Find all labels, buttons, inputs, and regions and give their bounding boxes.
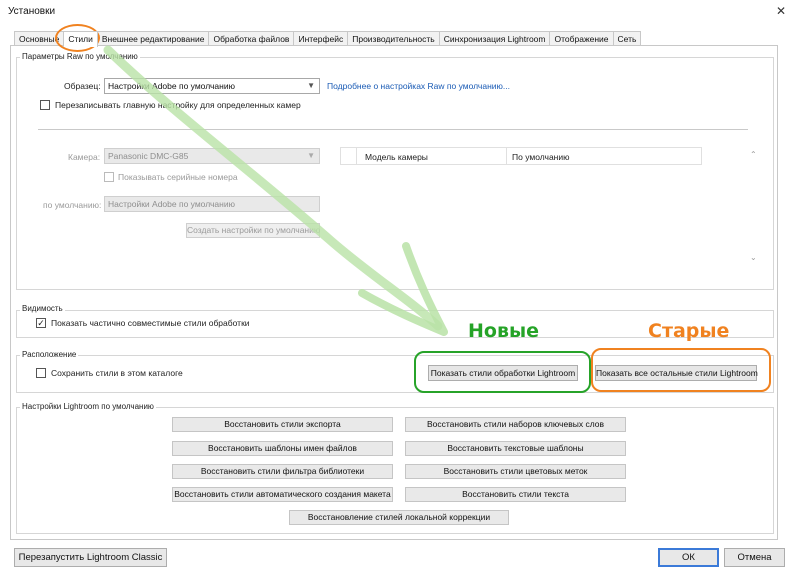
restore-filename-templates-button[interactable]: Восстановить шаблоны имен файлов — [172, 441, 393, 456]
scroll-up-icon[interactable]: ⌃ — [750, 150, 757, 159]
table-column-divider — [506, 148, 507, 165]
show-partial-checkbox[interactable]: ✓ — [36, 318, 46, 328]
show-serial-label: Показывать серийные номера — [118, 172, 238, 182]
annotation-new-label: Новые — [468, 320, 540, 342]
master-select[interactable]: Настройки Adobe по умолчанию ▼ — [104, 78, 320, 94]
cancel-button[interactable]: Отмена — [724, 548, 785, 567]
default-field[interactable]: Настройки Adobe по умолчанию — [104, 196, 320, 212]
restore-library-filter-presets-button[interactable]: Восстановить стили фильтра библиотеки — [172, 464, 393, 479]
window-title: Установки — [8, 6, 56, 17]
override-camera-checkbox[interactable] — [40, 100, 50, 110]
restore-local-adjustment-presets-button[interactable]: Восстановление стилей локальной коррекци… — [289, 510, 509, 525]
lightroom-defaults-group-label: Настройки Lightroom по умолчанию — [20, 402, 156, 411]
restore-auto-layout-presets-button[interactable]: Восстановить стили автоматического созда… — [172, 487, 393, 502]
tab-file-handling[interactable]: Обработка файлов — [208, 31, 295, 46]
show-serial-checkbox[interactable] — [104, 172, 114, 182]
visibility-group-label: Видимость — [20, 304, 65, 313]
tab-network[interactable]: Сеть — [612, 31, 642, 46]
master-select-value: Настройки Adobe по умолчанию — [108, 81, 235, 91]
store-presets-label: Сохранить стили в этом каталоге — [51, 368, 183, 378]
tab-performance[interactable]: Производительность — [347, 31, 440, 46]
chevron-down-icon: ▼ — [307, 81, 315, 90]
tab-bar: Основные Стили Внешнее редактирование Об… — [14, 31, 642, 47]
scroll-down-icon[interactable]: ⌄ — [750, 253, 757, 262]
restore-color-label-presets-button[interactable]: Восстановить стили цветовых меток — [405, 464, 626, 479]
raw-defaults-group-label: Параметры Raw по умолчанию — [20, 52, 140, 61]
tab-display[interactable]: Отображение — [549, 31, 614, 46]
restore-text-templates-button[interactable]: Восстановить текстовые шаблоны — [405, 441, 626, 456]
old-presets-highlight-ring — [591, 348, 771, 392]
check-icon: ✓ — [37, 318, 45, 328]
restore-text-style-presets-button[interactable]: Восстановить стили текста — [405, 487, 626, 502]
camera-defaults-table-header: Модель камеры По умолчанию — [340, 147, 702, 165]
camera-label: Камера: — [68, 152, 101, 162]
camera-select-value: Panasonic DMC-G85 — [108, 151, 189, 161]
table-column-divider — [356, 148, 357, 165]
ok-button[interactable]: ОК — [658, 548, 719, 567]
section-divider — [38, 129, 748, 130]
camera-select[interactable]: Panasonic DMC-G85 ▼ — [104, 148, 320, 164]
new-presets-highlight-ring — [414, 351, 591, 393]
default-field-value: Настройки Adobe по умолчанию — [108, 199, 235, 209]
tab-external-editing[interactable]: Внешнее редактирование — [96, 31, 210, 46]
create-default-button[interactable]: Создать настройки по умолчанию — [186, 223, 320, 238]
show-partial-label: Показать частично совместимые стили обра… — [51, 318, 250, 328]
master-label: Образец: — [64, 81, 101, 91]
tab-lightroom-sync[interactable]: Синхронизация Lightroom — [438, 31, 551, 46]
annotation-old-label: Старые — [648, 320, 730, 342]
restart-lightroom-button[interactable]: Перезапустить Lightroom Classic — [14, 548, 167, 567]
chevron-down-icon: ▼ — [307, 151, 315, 160]
close-icon[interactable]: ✕ — [776, 4, 786, 18]
store-presets-checkbox[interactable] — [36, 368, 46, 378]
column-header-camera-model[interactable]: Модель камеры — [365, 152, 428, 162]
tab-presets[interactable]: Стили — [63, 31, 98, 47]
raw-defaults-learn-more-link[interactable]: Подробнее о настройках Raw по умолчанию.… — [327, 81, 510, 91]
location-group-label: Расположение — [20, 350, 79, 359]
restore-export-presets-button[interactable]: Восстановить стили экспорта — [172, 417, 393, 432]
restore-keyword-set-presets-button[interactable]: Восстановить стили наборов ключевых слов — [405, 417, 626, 432]
default-label: по умолчанию: — [43, 200, 102, 210]
override-camera-label: Перезаписывать главную настройку для опр… — [55, 100, 301, 110]
column-header-default[interactable]: По умолчанию — [512, 152, 569, 162]
tab-interface[interactable]: Интерфейс — [293, 31, 349, 46]
